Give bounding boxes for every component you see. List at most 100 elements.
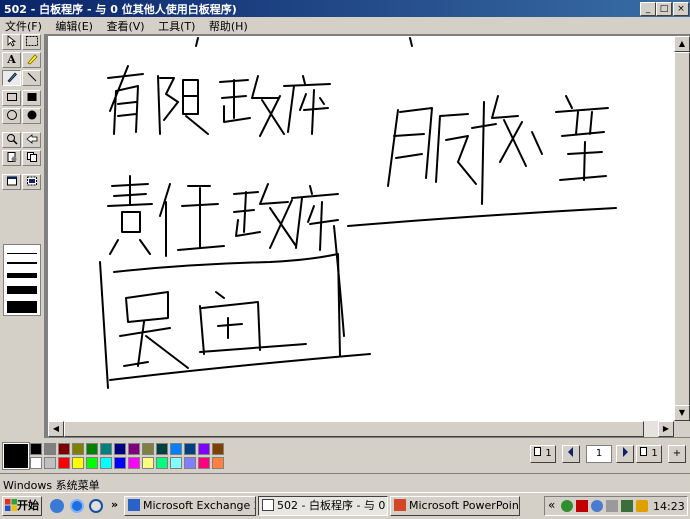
color-swatch[interactable]: [128, 443, 140, 455]
line-width-4[interactable]: [7, 286, 37, 294]
color-swatch[interactable]: [72, 443, 84, 455]
prev-arrow-icon: [568, 447, 573, 457]
color-swatch[interactable]: [198, 443, 210, 455]
menu-help[interactable]: 帮助(H): [204, 17, 253, 34]
line-width-3[interactable]: [7, 273, 37, 278]
menu-file[interactable]: 文件(F): [0, 17, 47, 34]
first-page-button[interactable]: 1: [530, 445, 556, 463]
prev-page-button[interactable]: [562, 445, 580, 463]
color-swatch[interactable]: [114, 443, 126, 455]
network-icon[interactable]: [561, 500, 573, 512]
color-swatch[interactable]: [58, 443, 70, 455]
color-swatch[interactable]: [114, 457, 126, 469]
foreground-color: [4, 444, 28, 468]
menu-bar: 文件(F) 编辑(E) 查看(V) 工具(T) 帮助(H): [0, 17, 690, 34]
quicklaunch-chevron-icon[interactable]: »: [111, 498, 118, 511]
menu-edit[interactable]: 编辑(E): [50, 17, 98, 34]
select-window-icon[interactable]: [2, 174, 21, 190]
page-number-input[interactable]: 1: [586, 445, 612, 463]
color-swatch[interactable]: [184, 443, 196, 455]
scroll-right-icon[interactable]: ▶: [658, 421, 674, 437]
color-swatch[interactable]: [170, 443, 182, 455]
menu-view[interactable]: 查看(V): [101, 17, 149, 34]
color-swatch[interactable]: [170, 457, 182, 469]
taskbar-item-label: Microsoft PowerPoint - ...: [409, 499, 520, 512]
select-arrow-icon[interactable]: [2, 34, 21, 50]
color-swatch[interactable]: [184, 457, 196, 469]
window-title: 502 - 白板程序 - 与 0 位其他人使用白板程序): [4, 3, 237, 16]
messenger-icon[interactable]: [591, 500, 603, 512]
scroll-down-icon[interactable]: ▼: [674, 405, 690, 421]
taskbar-item-powerpoint[interactable]: Microsoft PowerPoint - ...: [390, 496, 520, 516]
line-icon[interactable]: [22, 70, 41, 86]
horizontal-scroll-thumb[interactable]: [64, 421, 644, 437]
vertical-scroll-thumb[interactable]: [674, 52, 690, 406]
select-window-area-icon[interactable]: [22, 174, 41, 190]
color-swatch[interactable]: [58, 457, 70, 469]
ellipse-filled-icon[interactable]: [22, 108, 41, 124]
select-area-icon[interactable]: [22, 34, 41, 50]
color-swatch[interactable]: [100, 457, 112, 469]
line-width-1[interactable]: [7, 253, 37, 254]
color-swatch[interactable]: [86, 443, 98, 455]
menu-tools[interactable]: 工具(T): [153, 17, 200, 34]
color-swatch[interactable]: [128, 457, 140, 469]
scroll-corner: [674, 421, 690, 437]
last-page-button[interactable]: 1: [636, 445, 662, 463]
antivirus-icon[interactable]: [576, 500, 588, 512]
device-icon[interactable]: [606, 500, 618, 512]
speaker-icon[interactable]: [636, 500, 648, 512]
color-swatch[interactable]: [44, 457, 56, 469]
horizontal-scrollbar[interactable]: ◀ ▶: [48, 421, 674, 437]
color-swatch[interactable]: [72, 457, 84, 469]
color-swatch[interactable]: [86, 457, 98, 469]
tray-expand-chevron[interactable]: «: [548, 498, 555, 512]
pen-icon[interactable]: [2, 70, 21, 86]
scroll-up-icon[interactable]: ▲: [674, 36, 690, 52]
taskbar-item-exchange[interactable]: Microsoft Exchange 20...: [124, 496, 256, 516]
color-swatch[interactable]: [156, 457, 168, 469]
color-swatch[interactable]: [100, 443, 112, 455]
color-swatch[interactable]: [142, 443, 154, 455]
rectangle-filled-icon[interactable]: [22, 90, 41, 106]
color-swatch[interactable]: [198, 457, 210, 469]
color-swatch[interactable]: [44, 443, 56, 455]
close-button[interactable]: ×: [673, 2, 689, 16]
status-text: Windows 系统菜单: [3, 479, 100, 492]
sync-icon[interactable]: [22, 150, 41, 166]
toolbox: A: [0, 34, 44, 434]
text-tool-icon[interactable]: A: [2, 52, 21, 68]
clock: 14:23: [653, 500, 685, 513]
start-label: 开始: [17, 499, 39, 512]
maximize-button[interactable]: □: [656, 2, 672, 16]
color-swatch[interactable]: [30, 443, 42, 455]
scroll-left-icon[interactable]: ◀: [48, 421, 64, 437]
highlighter-icon[interactable]: [22, 52, 41, 68]
next-page-button[interactable]: [616, 445, 634, 463]
ellipse-outline-icon[interactable]: [2, 108, 21, 124]
color-swatch[interactable]: [212, 443, 224, 455]
monitor-icon[interactable]: [621, 500, 633, 512]
start-button[interactable]: 开始: [2, 496, 42, 516]
line-width-2[interactable]: [7, 262, 37, 264]
zoom-icon[interactable]: [2, 132, 21, 148]
media-player-icon[interactable]: [89, 499, 103, 513]
internet-explorer-icon[interactable]: [70, 499, 84, 513]
color-swatch[interactable]: [142, 457, 154, 469]
lock-contents-icon[interactable]: [2, 150, 21, 166]
color-swatch[interactable]: [30, 457, 42, 469]
show-desktop-icon[interactable]: [50, 499, 64, 513]
vertical-scrollbar[interactable]: ▲ ▼: [674, 36, 690, 437]
taskbar-item-whiteboard[interactable]: 502 - 白板程序 - 与 0 ...: [258, 496, 388, 516]
color-swatch[interactable]: [156, 443, 168, 455]
line-width-5[interactable]: [7, 301, 37, 313]
whiteboard-canvas[interactable]: [48, 36, 674, 421]
color-swatch[interactable]: [212, 457, 224, 469]
add-page-button[interactable]: +: [668, 445, 686, 463]
rectangle-outline-icon[interactable]: [2, 90, 21, 106]
title-bar[interactable]: 502 - 白板程序 - 与 0 位其他人使用白板程序) _ □ ×: [0, 0, 690, 17]
line-width-picker[interactable]: [3, 244, 41, 316]
whiteboard-icon: [262, 499, 274, 511]
remote-pointer-icon[interactable]: [22, 132, 41, 148]
minimize-button[interactable]: _: [640, 2, 656, 16]
